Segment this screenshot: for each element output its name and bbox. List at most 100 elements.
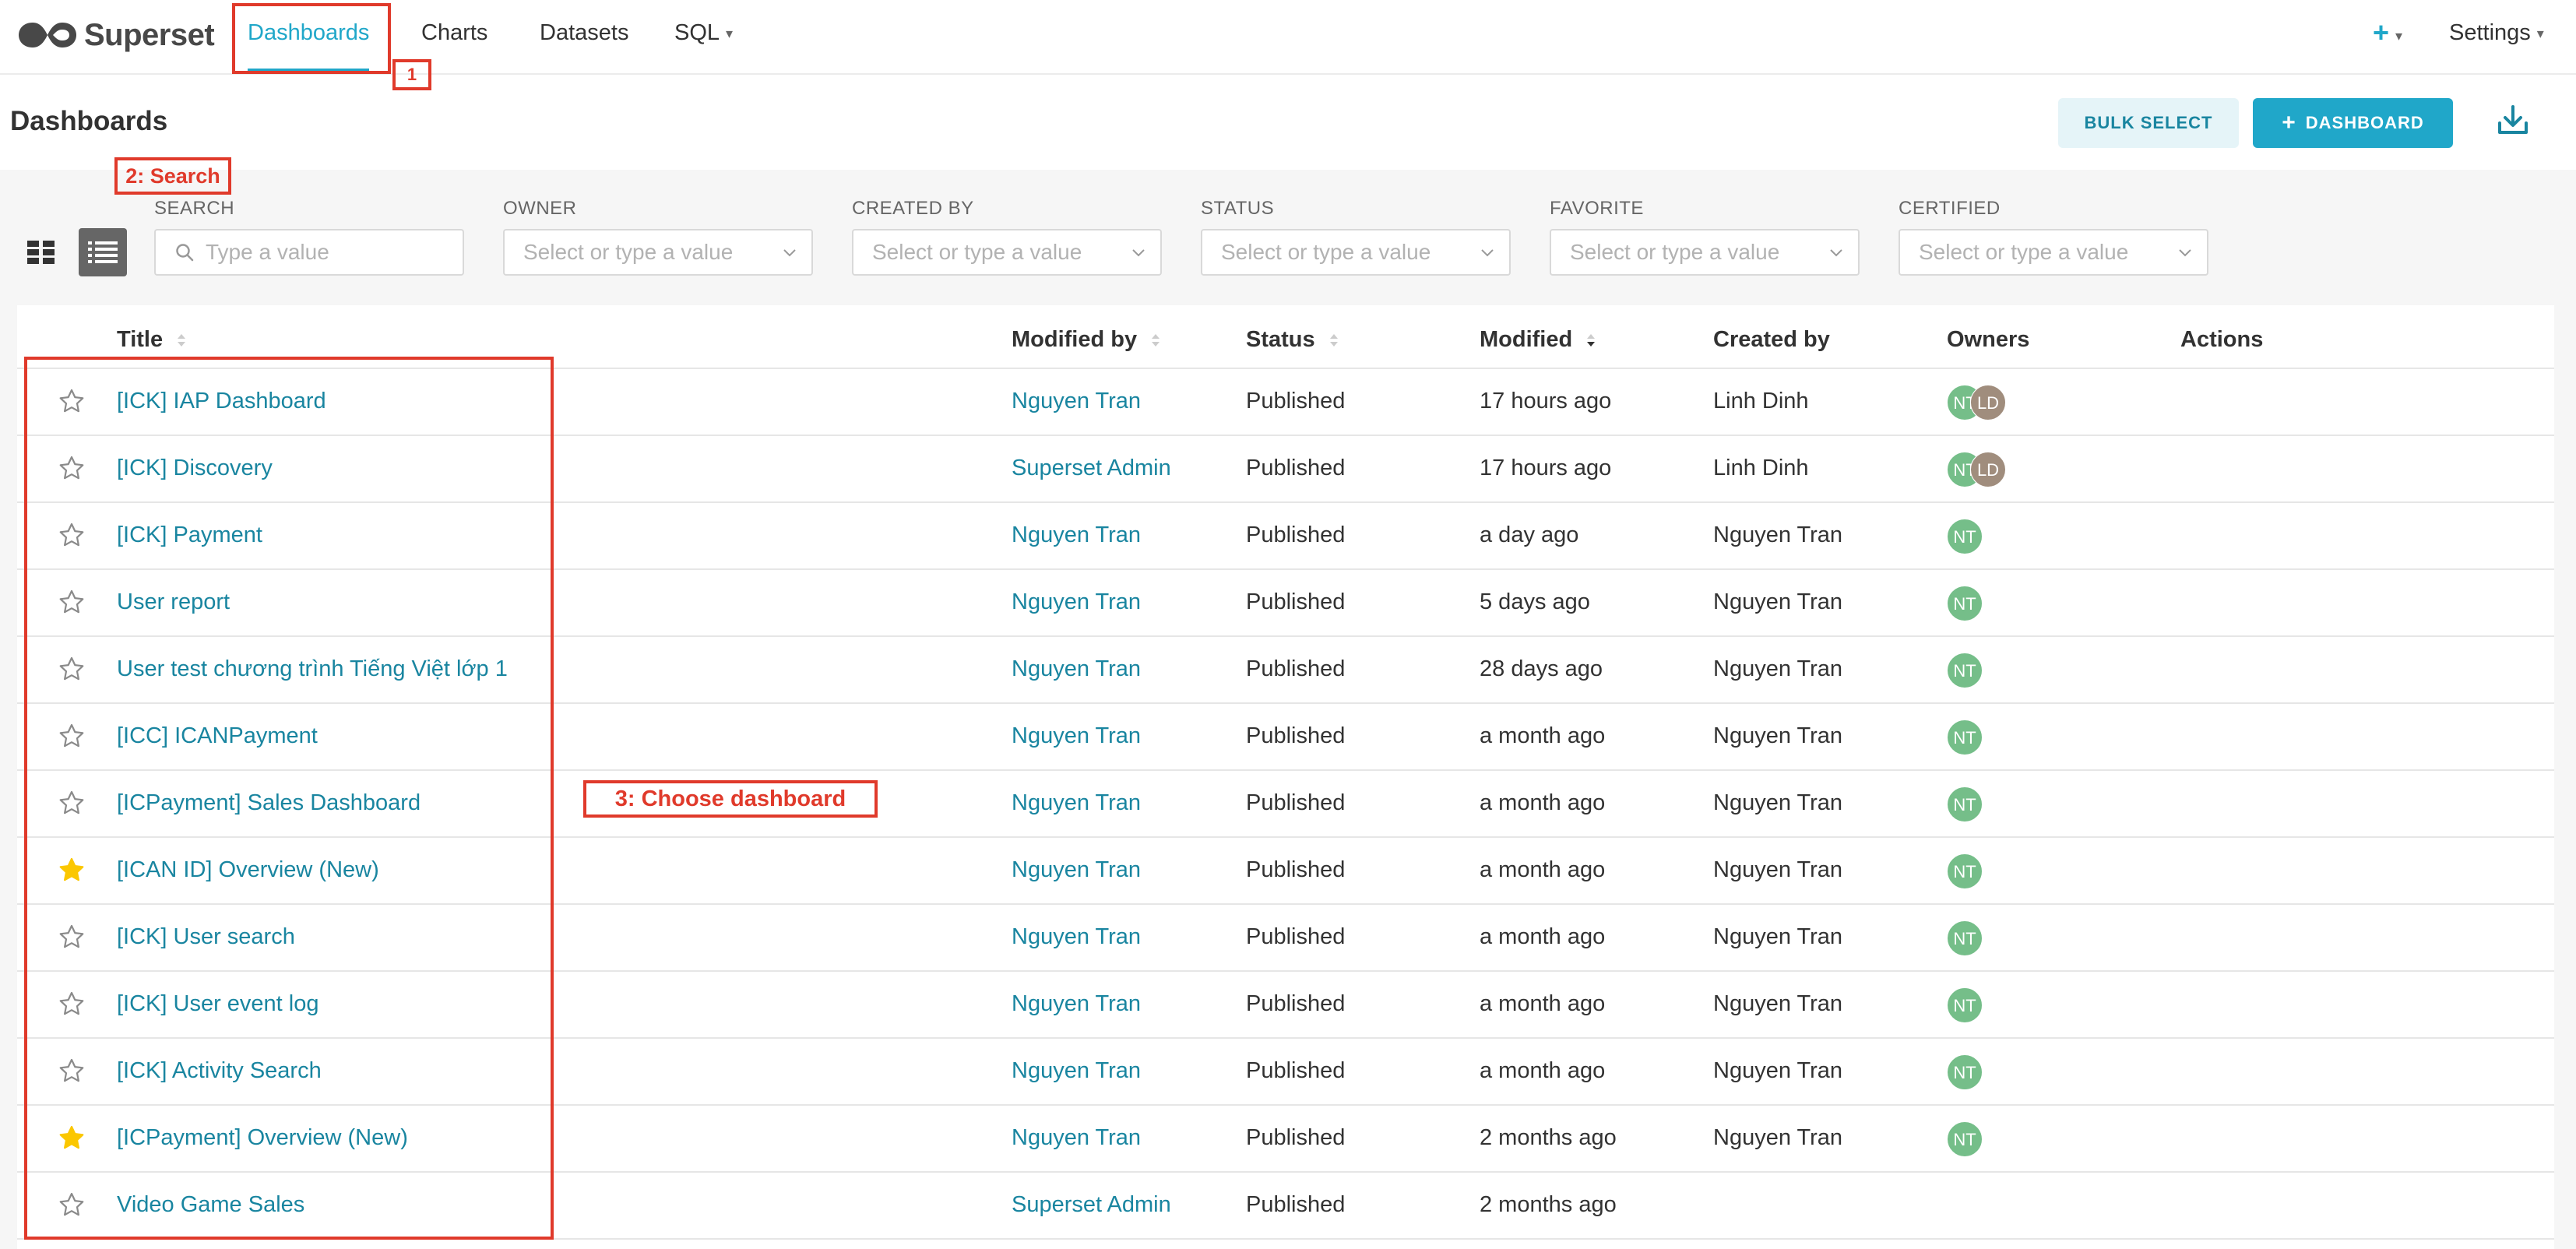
nav-sql-label: SQL [674, 20, 720, 45]
status-cell: Published [1246, 1192, 1346, 1217]
modified-cell: a month ago [1480, 723, 1606, 748]
modified-by-link[interactable]: Superset Admin [1012, 435, 1171, 501]
status-cell: Published [1246, 456, 1346, 480]
status-cell: Published [1246, 589, 1346, 614]
modified-by-link[interactable]: Nguyen Tran [1012, 1037, 1141, 1104]
search-input[interactable]: Type a value [154, 229, 464, 276]
nav-sql[interactable]: SQL ▾ [674, 0, 733, 65]
owner-avatar[interactable]: NT [1947, 853, 1983, 889]
owner-avatar[interactable]: NT [1947, 1054, 1983, 1090]
status-filter-label: STATUS [1201, 198, 1275, 219]
sort-icon [1329, 334, 1338, 347]
created-by-filter-label: CREATED BY [852, 198, 974, 219]
certified-filter-select[interactable]: Select or type a value [1899, 229, 2208, 276]
owner-filter-label: OWNER [503, 198, 577, 219]
modified-cell: 17 hours ago [1480, 389, 1612, 413]
owner-filter-placeholder: Select or type a value [523, 240, 734, 264]
modified-by-link[interactable]: Nguyen Tran [1012, 702, 1141, 769]
favorite-filter-placeholder: Select or type a value [1570, 240, 1780, 264]
chevron-down-icon [783, 249, 796, 257]
card-view-toggle[interactable] [17, 228, 65, 276]
created-by-cell: Nguyen Tran [1713, 991, 1843, 1016]
chevron-down-icon [2179, 249, 2191, 257]
modified-by-link[interactable]: Nguyen Tran [1012, 368, 1141, 435]
sort-icon [1152, 334, 1160, 347]
created-by-filter-select[interactable]: Select or type a value [852, 229, 1162, 276]
download-icon[interactable] [2496, 103, 2530, 137]
col-modified-by-header[interactable]: Modified by [1012, 327, 1160, 353]
settings-label: Settings [2449, 20, 2531, 45]
owner-avatar[interactable]: LD [1970, 385, 2006, 420]
bulk-select-button[interactable]: BULK SELECT [2058, 98, 2239, 148]
status-cell: Published [1246, 723, 1346, 748]
modified-cell: a day ago [1480, 522, 1579, 547]
modified-cell: a month ago [1480, 857, 1606, 882]
owner-avatar[interactable]: NT [1947, 1121, 1983, 1157]
page-title: Dashboards [10, 106, 168, 136]
created-by-cell: Nguyen Tran [1713, 857, 1843, 882]
status-cell: Published [1246, 790, 1346, 815]
modified-by-link[interactable]: Nguyen Tran [1012, 501, 1141, 568]
created-by-filter-placeholder: Select or type a value [872, 240, 1082, 264]
new-menu-button[interactable]: + ▾ [2373, 0, 2402, 65]
superset-logo[interactable]: Superset [16, 9, 215, 61]
search-icon [176, 244, 194, 262]
caret-down-icon: ▾ [2395, 28, 2403, 44]
owner-avatar[interactable]: NT [1947, 519, 1983, 554]
sort-icon [178, 334, 186, 347]
status-cell: Published [1246, 1125, 1346, 1150]
plus-icon: + [2282, 110, 2296, 135]
owner-avatar[interactable]: NT [1947, 987, 1983, 1023]
owner-avatar[interactable]: NT [1947, 653, 1983, 688]
favorite-filter-select[interactable]: Select or type a value [1550, 229, 1860, 276]
created-by-cell: Nguyen Tran [1713, 924, 1843, 949]
page-header: Dashboards BULK SELECT + DASHBOARD [0, 75, 2576, 168]
grid-view-icon [27, 241, 55, 264]
modified-by-link[interactable]: Superset Admin [1012, 1171, 1171, 1238]
nav-charts[interactable]: Charts [421, 0, 487, 65]
nav-datasets[interactable]: Datasets [540, 0, 628, 65]
add-dashboard-button[interactable]: + DASHBOARD [2253, 98, 2453, 148]
created-by-cell: Nguyen Tran [1713, 1125, 1843, 1150]
status-filter-select[interactable]: Select or type a value [1201, 229, 1511, 276]
created-by-cell: Linh Dinh [1713, 389, 1809, 413]
modified-cell: 17 hours ago [1480, 456, 1612, 480]
caret-down-icon: ▾ [2536, 26, 2544, 42]
col-title-label: Title [117, 327, 164, 352]
created-by-cell: Nguyen Tran [1713, 1058, 1843, 1083]
brand-name: Superset [84, 17, 215, 52]
modified-by-link[interactable]: Nguyen Tran [1012, 769, 1141, 836]
modified-cell: a month ago [1480, 924, 1606, 949]
created-by-cell: Linh Dinh [1713, 456, 1809, 480]
list-view-toggle[interactable] [79, 228, 127, 276]
status-cell: Published [1246, 1058, 1346, 1083]
col-title-header[interactable]: Title [117, 327, 186, 353]
col-created-by-header: Created by [1713, 327, 1830, 352]
caret-down-icon: ▾ [726, 26, 734, 42]
col-modified-header[interactable]: Modified [1480, 327, 1596, 353]
status-cell: Published [1246, 389, 1346, 413]
modified-by-link[interactable]: Nguyen Tran [1012, 836, 1141, 903]
owner-avatar[interactable]: NT [1947, 786, 1983, 822]
created-by-cell: Nguyen Tran [1713, 723, 1843, 748]
modified-cell: 2 months ago [1480, 1125, 1617, 1150]
owner-filter-select[interactable]: Select or type a value [503, 229, 813, 276]
modified-by-link[interactable]: Nguyen Tran [1012, 568, 1141, 635]
modified-by-link[interactable]: Nguyen Tran [1012, 903, 1141, 970]
modified-cell: a month ago [1480, 790, 1606, 815]
col-status-header[interactable]: Status [1246, 327, 1339, 353]
modified-cell: a month ago [1480, 1058, 1606, 1083]
owner-avatar[interactable]: NT [1947, 920, 1983, 956]
status-cell: Published [1246, 991, 1346, 1016]
owner-avatar[interactable]: LD [1970, 452, 2006, 487]
owner-avatar[interactable]: NT [1947, 586, 1983, 621]
settings-menu[interactable]: Settings ▾ [2449, 0, 2544, 65]
modified-by-link[interactable]: Nguyen Tran [1012, 1104, 1141, 1171]
created-by-cell: Nguyen Tran [1713, 522, 1843, 547]
status-cell: Published [1246, 857, 1346, 882]
modified-by-link[interactable]: Nguyen Tran [1012, 970, 1141, 1037]
modified-by-link[interactable]: Nguyen Tran [1012, 635, 1141, 702]
owner-avatar[interactable]: NT [1947, 719, 1983, 755]
add-dashboard-label: DASHBOARD [2305, 113, 2424, 132]
superset-logo-icon [19, 23, 76, 47]
